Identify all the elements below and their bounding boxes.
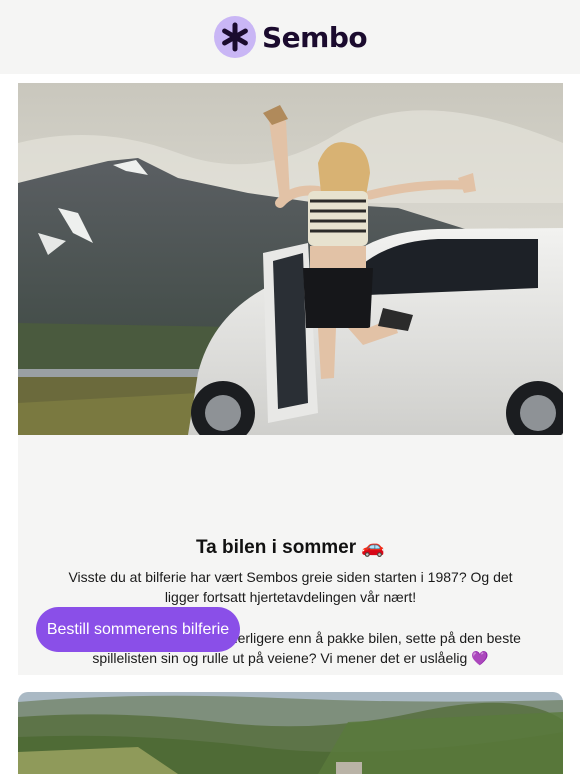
card-title: Ta bilen i sommer 🚗 — [195, 537, 386, 558]
card-paragraph-1: Visste du at bilferie har vært Sembos gr… — [68, 569, 513, 605]
second-hero-image[interactable] — [18, 692, 563, 774]
asterisk-logo-icon — [214, 16, 256, 58]
sembo-logo[interactable]: Sembo — [214, 16, 368, 58]
email-header: Sembo — [0, 0, 580, 74]
feature-card: Ta bilen i sommer 🚗 Visste du at bilferi… — [18, 83, 563, 675]
book-summer-trip-button[interactable]: Bestill sommerens bilferie — [36, 607, 240, 652]
brand-name: Sembo — [262, 20, 368, 54]
hero-image[interactable] — [18, 83, 563, 435]
